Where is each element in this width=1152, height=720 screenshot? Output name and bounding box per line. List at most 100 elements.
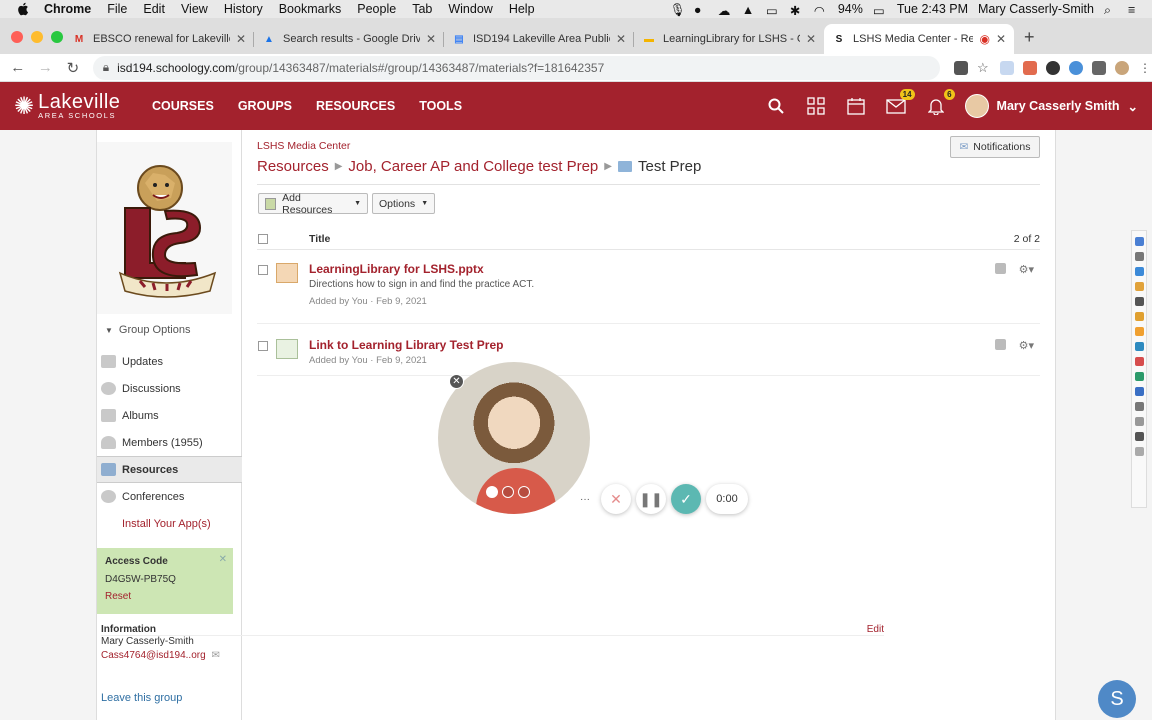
extension-icon[interactable] bbox=[1134, 432, 1144, 441]
reload-icon[interactable]: ↻ bbox=[59, 59, 87, 77]
extension-icon[interactable] bbox=[1134, 282, 1144, 291]
extension-icon[interactable] bbox=[1069, 60, 1083, 75]
pause-recording-button[interactable]: ❚❚ bbox=[636, 484, 666, 514]
extension-icon[interactable] bbox=[1134, 297, 1144, 306]
cancel-recording-button[interactable]: ✕ bbox=[601, 484, 631, 514]
profile-avatar-icon[interactable] bbox=[1115, 60, 1129, 75]
extension-icon[interactable] bbox=[1134, 327, 1144, 336]
wifi-icon[interactable]: ◠ bbox=[814, 3, 828, 18]
breadcrumb-folder[interactable]: Job, Career AP and College test Prep bbox=[348, 158, 598, 175]
extension-icon[interactable] bbox=[1134, 237, 1144, 246]
clock[interactable]: Tue 2:43 PM bbox=[897, 2, 968, 16]
back-icon[interactable]: ← bbox=[4, 59, 32, 76]
microphone-icon[interactable]: 🎙 bbox=[670, 3, 686, 17]
mail-icon[interactable]: 14 bbox=[885, 89, 915, 117]
reset-link[interactable]: Reset bbox=[105, 591, 225, 602]
lock-icon[interactable]: 🔒︎ bbox=[103, 60, 109, 75]
video-camera-icon[interactable] bbox=[954, 60, 968, 75]
install-apps-link[interactable]: Install Your App(s) bbox=[97, 510, 242, 537]
menu-edit[interactable]: Edit bbox=[143, 2, 165, 16]
close-icon[interactable]: ✕ bbox=[219, 554, 227, 565]
new-tab-icon[interactable]: + bbox=[1024, 27, 1035, 48]
sidebar-item-members[interactable]: Members (1955) bbox=[97, 429, 242, 456]
control-center-icon[interactable]: ≡ bbox=[1128, 3, 1142, 17]
resource-title[interactable]: LearningLibrary for LSHS.pptx bbox=[309, 262, 484, 276]
extension-icon[interactable] bbox=[1134, 267, 1144, 276]
lakeville-logo[interactable]: ✺ Lakeville AREA SCHOOLS bbox=[14, 92, 132, 121]
browser-tab[interactable]: ▬ LearningLibrary for LSHS - Goo ✕ bbox=[634, 24, 824, 54]
options-button[interactable]: Options ▼ bbox=[372, 193, 435, 214]
sidebar-item-conferences[interactable]: Conferences bbox=[97, 483, 242, 510]
extension-icon[interactable] bbox=[1134, 342, 1144, 351]
menu-tab[interactable]: Tab bbox=[412, 2, 432, 16]
close-tab-icon[interactable]: ✕ bbox=[616, 32, 626, 46]
select-all-checkbox[interactable] bbox=[258, 233, 268, 244]
table-row[interactable]: LearningLibrary for LSHS.pptx Directions… bbox=[257, 260, 1040, 324]
extension-icon[interactable] bbox=[1134, 387, 1144, 396]
extension-icon[interactable] bbox=[1134, 312, 1144, 321]
apple-icon[interactable] bbox=[16, 2, 30, 16]
extension-icon[interactable] bbox=[1134, 402, 1144, 411]
menu-history[interactable]: History bbox=[224, 2, 263, 16]
sidebar-item-updates[interactable]: Updates bbox=[97, 348, 242, 375]
table-row[interactable]: Link to Learning Library Test Prep Added… bbox=[257, 336, 1040, 376]
url-input[interactable]: 🔒︎ isd194.schoology.com/group/14363487/m… bbox=[92, 55, 940, 80]
lock-icon[interactable] bbox=[995, 339, 1006, 350]
sidebar-item-resources[interactable]: Resources bbox=[97, 456, 242, 483]
menu-file[interactable]: File bbox=[107, 2, 127, 16]
battery-icon[interactable]: ▭ bbox=[873, 3, 887, 18]
menubar-user[interactable]: Mary Casserly-Smith bbox=[978, 2, 1094, 16]
browser-tab-active[interactable]: S LSHS Media Center - Reso ◉ ✕ bbox=[824, 24, 1014, 54]
chrome-menu-icon[interactable]: ⋮ bbox=[1138, 61, 1152, 75]
breadcrumb-resources[interactable]: Resources bbox=[257, 158, 329, 175]
schoology-help-button[interactable]: S bbox=[1098, 680, 1136, 718]
nav-groups[interactable]: GROUPS bbox=[238, 99, 292, 113]
bell-icon[interactable]: 6 bbox=[925, 89, 955, 117]
menu-bookmarks[interactable]: Bookmarks bbox=[279, 2, 342, 16]
gear-icon[interactable]: ⚙▾ bbox=[1019, 263, 1034, 276]
menu-window[interactable]: Window bbox=[448, 2, 492, 16]
zoom-window-button[interactable] bbox=[51, 31, 63, 43]
nav-tools[interactable]: TOOLS bbox=[419, 99, 462, 113]
recorder-more-button[interactable]: ··· bbox=[574, 488, 596, 510]
notifications-button[interactable]: ✉ Notifications bbox=[950, 136, 1040, 158]
apps-grid-icon[interactable] bbox=[805, 95, 827, 117]
close-tab-icon[interactable]: ✕ bbox=[996, 32, 1006, 46]
calendar-icon[interactable] bbox=[845, 95, 867, 117]
envelope-icon[interactable]: ✉ bbox=[211, 650, 219, 661]
nav-courses[interactable]: COURSES bbox=[152, 99, 214, 113]
extension-icon[interactable] bbox=[1134, 372, 1144, 381]
extension-icon[interactable] bbox=[1046, 60, 1060, 75]
finish-recording-button[interactable]: ✓ bbox=[671, 484, 701, 514]
group-options-toggle[interactable]: ▼ Group Options bbox=[105, 324, 190, 336]
close-tab-icon[interactable]: ✕ bbox=[236, 32, 246, 46]
menu-view[interactable]: View bbox=[181, 2, 208, 16]
resource-title[interactable]: Link to Learning Library Test Prep bbox=[309, 338, 503, 352]
browser-tab[interactable]: ▤ ISD194 Lakeville Area Public Sc ✕ bbox=[444, 24, 634, 54]
user-menu[interactable]: Mary Casserly Smith ⌄ bbox=[964, 94, 1138, 118]
search-icon[interactable] bbox=[765, 95, 787, 117]
leave-group-link[interactable]: Leave this group bbox=[101, 692, 182, 704]
size-large-dot[interactable] bbox=[518, 486, 530, 498]
menu-people[interactable]: People bbox=[357, 2, 396, 16]
bluetooth-icon[interactable]: ✱ bbox=[790, 3, 804, 18]
gear-icon[interactable]: ⚙▾ bbox=[1019, 339, 1034, 352]
browser-tab[interactable]: M EBSCO renewal for Lakeville Sc ✕ bbox=[64, 24, 254, 54]
star-bookmark-icon[interactable]: ☆ bbox=[977, 60, 991, 75]
drive-sync-icon[interactable]: ▲ bbox=[742, 3, 756, 17]
size-medium-dot[interactable] bbox=[502, 486, 514, 498]
cloud-icon[interactable]: ☁ bbox=[718, 3, 732, 18]
extensions-puzzle-icon[interactable] bbox=[1092, 60, 1106, 75]
extension-icon[interactable] bbox=[1023, 60, 1037, 75]
sidebar-item-albums[interactable]: Albums bbox=[97, 402, 242, 429]
menu-help[interactable]: Help bbox=[509, 2, 535, 16]
camera-icon[interactable]: ● bbox=[694, 3, 708, 17]
extension-icon[interactable] bbox=[1134, 252, 1144, 261]
minimize-window-button[interactable] bbox=[31, 31, 43, 43]
extension-icon[interactable] bbox=[1134, 417, 1144, 426]
group-name-link[interactable]: LSHS Media Center bbox=[257, 140, 350, 152]
airplay-icon[interactable]: ▭ bbox=[766, 3, 780, 18]
extension-icon[interactable] bbox=[1134, 357, 1144, 366]
lock-icon[interactable] bbox=[995, 263, 1006, 274]
forward-icon[interactable]: → bbox=[32, 59, 60, 76]
